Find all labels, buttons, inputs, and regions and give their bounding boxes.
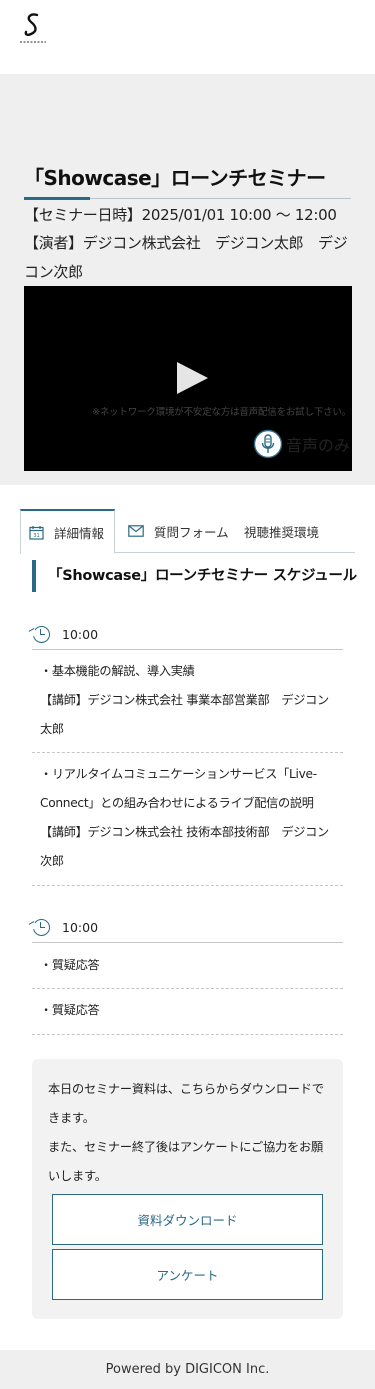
calendar-icon: 31 xyxy=(29,525,44,540)
play-icon[interactable] xyxy=(177,362,208,394)
schedule-item: ・質疑応答 xyxy=(32,996,343,1035)
download-text-2: また、セミナー終了後はアンケートにご協力をお願いします。 xyxy=(48,1140,323,1183)
seminar-datetime: 【セミナー日時】2025/01/01 10:00 〜 12:00 xyxy=(24,206,337,224)
schedule-time: 10:00 xyxy=(62,920,99,935)
audio-only-button[interactable]: 音声のみ xyxy=(253,429,350,459)
download-description: 本日のセミナー資料は、こちらからダウンロードできます。 また、セミナー終了後はア… xyxy=(48,1075,327,1191)
schedule-item: ・基本機能の解説、導入実績 【講師】デジコン株式会社 事業本部営業部 デジコン太… xyxy=(32,657,343,753)
schedule-item: ・質疑応答 xyxy=(32,951,343,989)
schedule-time-row: 10:00 xyxy=(32,913,343,943)
page-title: 「Showcase」ローンチセミナー xyxy=(24,166,326,190)
microphone-icon xyxy=(253,429,283,459)
schedule-item-lecturer: 【講師】デジコン株式会社 技術本部技術部 デジコン次郎 xyxy=(40,825,329,868)
seminar-hero: 「Showcase」ローンチセミナー 【セミナー日時】2025/01/01 10… xyxy=(0,74,375,485)
download-materials-button[interactable]: 資料ダウンロード xyxy=(52,1194,323,1245)
history-clock-icon xyxy=(33,919,50,936)
seminar-presenters: 【演者】デジコン株式会社 デジコン太郎 デジコン次郎 xyxy=(24,234,348,281)
schedule-item-topic: ・基本機能の解説、導入実績 xyxy=(40,664,195,678)
survey-button[interactable]: アンケート xyxy=(52,1249,323,1300)
header xyxy=(0,0,375,74)
download-text-1: 本日のセミナー資料は、こちらからダウンロードできます。 xyxy=(48,1082,324,1125)
company-logo-icon[interactable] xyxy=(18,12,48,46)
schedule-title: 「Showcase」ローンチセミナー スケジュール xyxy=(32,560,357,592)
schedule-item-topic: ・質疑応答 xyxy=(40,1003,100,1017)
download-panel: 本日のセミナー資料は、こちらからダウンロードできます。 また、セミナー終了後はア… xyxy=(32,1059,343,1319)
tab-question-form-label: 質問フォーム xyxy=(154,524,229,540)
history-clock-icon xyxy=(33,626,50,643)
tab-details-label: 詳細情報 xyxy=(54,525,105,541)
title-accent-bar xyxy=(24,197,90,200)
schedule-item-topic: ・質疑応答 xyxy=(40,958,100,972)
mail-icon xyxy=(128,525,144,537)
tab-bar: 31 詳細情報 質問フォーム 視聴推奨環境 xyxy=(20,509,355,554)
svg-text:31: 31 xyxy=(33,533,39,539)
schedule-time-row: 10:00 xyxy=(32,620,343,650)
tab-recommended-environment[interactable]: 視聴推奨環境 xyxy=(244,509,319,553)
audio-only-label: 音声のみ xyxy=(286,436,351,455)
tab-details[interactable]: 31 詳細情報 xyxy=(20,509,115,554)
schedule-item-topic: ・リアルタイムコミュニケーションサービス「Live-Connect」との組み合わ… xyxy=(40,767,317,810)
tab-recommended-environment-label: 視聴推奨環境 xyxy=(244,524,320,540)
schedule-time: 10:00 xyxy=(62,627,99,642)
tab-question-form[interactable]: 質問フォーム xyxy=(128,509,229,553)
schedule-item: ・リアルタイムコミュニケーションサービス「Live-Connect」との組み合わ… xyxy=(32,760,343,886)
footer: Powered by DIGICON Inc. xyxy=(0,1350,375,1389)
network-notice: ※ネットワーク環境が不安定な方は音声配信をお試し下さい。 xyxy=(92,407,351,418)
schedule-item-lecturer: 【講師】デジコン株式会社 事業本部営業部 デジコン太郎 xyxy=(40,693,329,736)
footer-text: Powered by DIGICON Inc. xyxy=(105,1362,270,1377)
